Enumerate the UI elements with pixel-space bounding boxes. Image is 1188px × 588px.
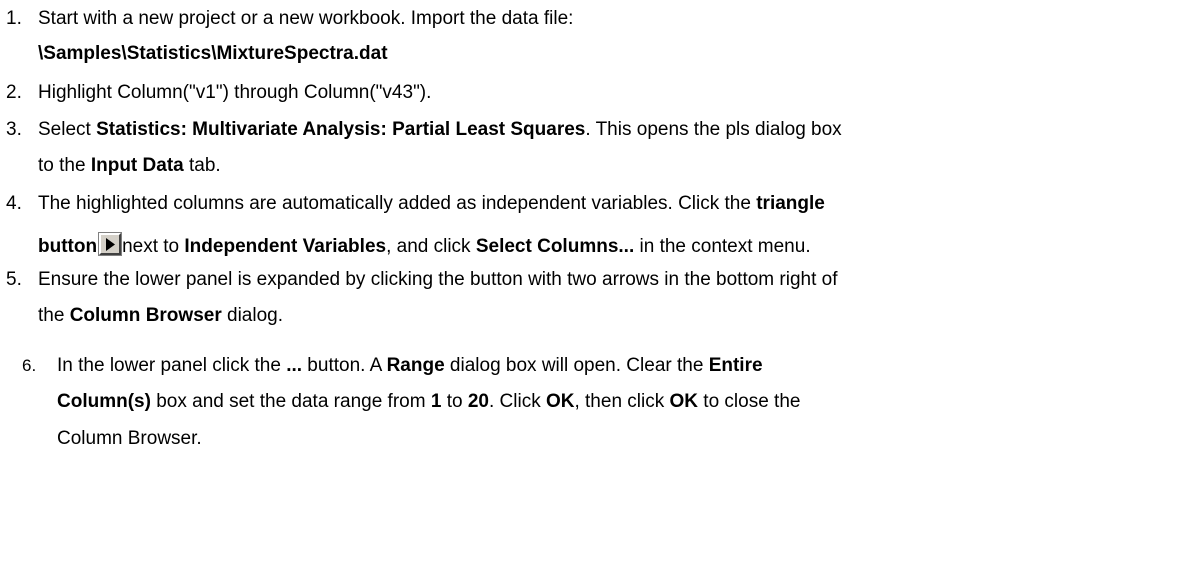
step-2-text: Highlight Column("v1") through Column("v…: [38, 82, 432, 103]
step-4-text-f: , and click: [386, 236, 476, 257]
step-6-ok-2: OK: [669, 391, 699, 412]
step-6-line-1: 6. In the lower panel click the ... butto…: [22, 354, 763, 378]
step-3-line-2: to the Input Data tab.: [38, 154, 221, 178]
step-4-line-1: 4. The highlighted columns are automatica…: [6, 192, 825, 216]
step-6-range-from: 1: [430, 391, 442, 412]
step-3-line-1: 3. Select Statistics: Multivariate Analys…: [6, 118, 842, 142]
step-4-line-2: button next to Independent Variables, and…: [38, 232, 811, 259]
step-5-line-2: the Column Browser dialog.: [38, 304, 283, 328]
step-4-button-label: button: [38, 236, 98, 257]
step-4-select-columns: Select Columns...: [475, 236, 635, 257]
step-3-tab-name: Input Data: [90, 155, 184, 176]
step-6-range: Range: [386, 355, 445, 376]
step-3-text-f: tab.: [183, 155, 221, 176]
instruction-document: 1. Start with a new project or a new work…: [0, 0, 1188, 588]
triangle-button[interactable]: [98, 232, 123, 256]
step-6-text-c: button. A: [302, 355, 387, 376]
step-5-text-a: Ensure the lower panel is expanded by cl…: [38, 269, 838, 290]
step-6-range-to: 20: [467, 391, 489, 412]
play-triangle-icon: [106, 238, 116, 251]
step-6-text-a: In the lower panel click the: [57, 355, 287, 376]
step-4-triangle-label: triangle: [756, 193, 825, 214]
step-3-menu-path: Statistics: Multivariate Analysis: Parti…: [96, 119, 586, 140]
step-6-text-l: . Click: [488, 391, 546, 412]
step-1-file-path: \Samples\Statistics\MixtureSpectra.dat: [38, 43, 388, 64]
step-6-ellipsis-button-label: ...: [286, 355, 303, 376]
step-4-text-a: The highlighted columns are automaticall…: [38, 193, 757, 214]
step-3-text-a: Select: [38, 119, 97, 140]
step-5-number: 5.: [6, 269, 22, 290]
step-5-line-1: 5. Ensure the lower panel is expanded by …: [6, 268, 838, 292]
step-6-text-h: box and set the data range from: [150, 391, 431, 412]
step-6-text-p: to close the: [698, 391, 801, 412]
step-6-line-2: Column(s) box and set the data range fro…: [57, 390, 800, 414]
step-6-text-n: , then click: [574, 391, 670, 412]
step-6-text-e: dialog box will open. Clear the: [444, 355, 709, 376]
step-2-line-1: 2. Highlight Column("v1") through Column(…: [6, 81, 431, 105]
step-4-text-d: next to: [122, 236, 185, 257]
step-6-ok-1: OK: [545, 391, 575, 412]
step-2-number: 2.: [6, 82, 22, 103]
step-1-number: 1.: [6, 8, 22, 29]
step-6-text-j: to: [441, 391, 468, 412]
step-1-text: Start with a new project or a new workbo…: [38, 8, 574, 29]
step-6-entire: Entire: [708, 355, 763, 376]
step-6-columns: Column(s): [57, 391, 151, 412]
step-5-text-b: the: [38, 305, 70, 326]
step-6-line-3: Column Browser.: [57, 428, 202, 449]
step-3-text-c: . This opens the pls dialog box: [585, 119, 842, 140]
step-5-column-browser: Column Browser: [69, 305, 222, 326]
step-5-text-d: dialog.: [221, 305, 284, 326]
step-4-independent-variables: Independent Variables: [184, 236, 387, 257]
step-4-number: 4.: [6, 193, 22, 214]
step-1-line-1: 1. Start with a new project or a new work…: [6, 7, 573, 31]
step-3-text-d: to the: [38, 155, 91, 176]
step-3-number: 3.: [6, 119, 22, 140]
step-4-text-h: in the context menu.: [634, 236, 811, 257]
step-6-number: 6.: [22, 356, 37, 375]
